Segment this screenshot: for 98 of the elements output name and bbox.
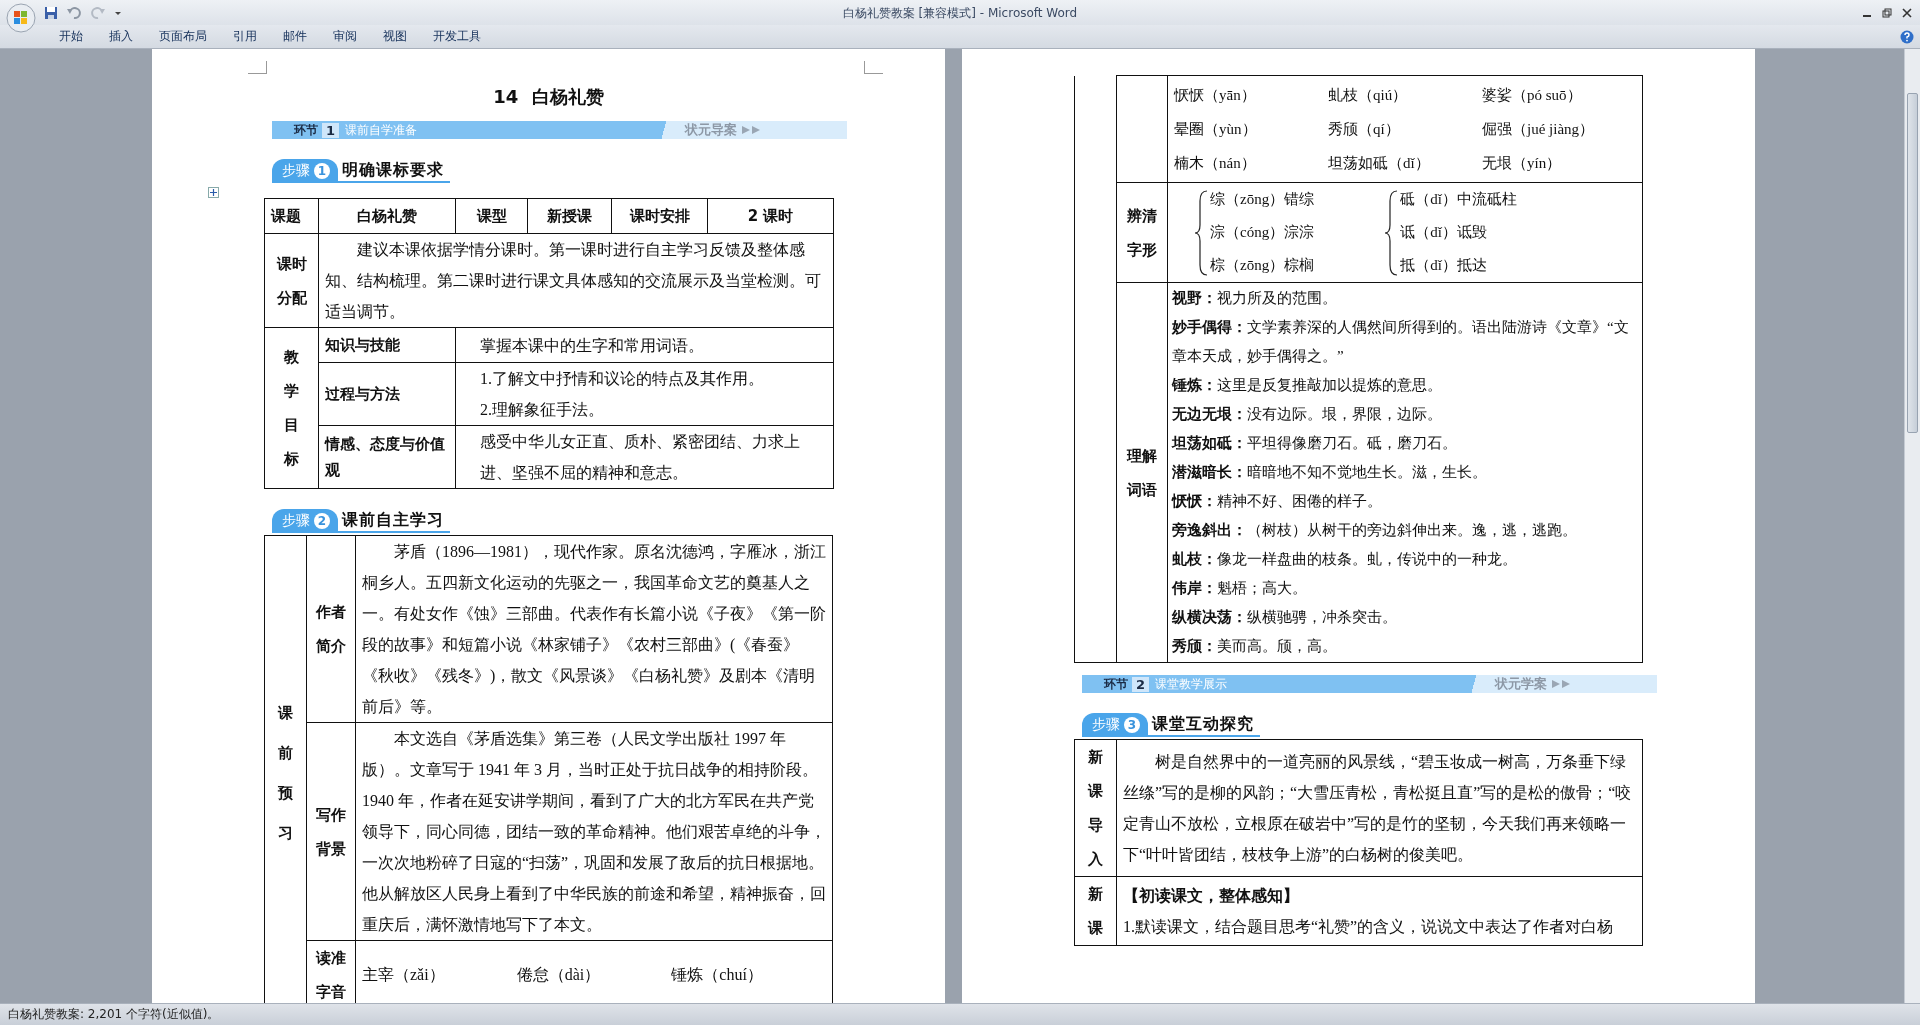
ribbon-tab[interactable]: 开始 xyxy=(46,26,96,47)
term-definition: 视野：视力所及的范围。 xyxy=(1172,289,1338,308)
task-title: 【初读课文，整体感知】 xyxy=(1123,885,1300,907)
undo-icon[interactable] xyxy=(66,5,82,20)
restore-icon[interactable] xyxy=(1882,7,1892,18)
table-cell: 2 课时 xyxy=(707,198,834,234)
ribbon-tab[interactable]: 插入 xyxy=(96,26,146,47)
term-definition: 坦荡如砥：平坦得像磨刀石。砥，磨刀石。 xyxy=(1172,434,1458,453)
ribbon-tab[interactable]: 引用 xyxy=(220,26,270,47)
row-heading: 辨清字形 xyxy=(1116,182,1168,283)
vertical-scrollbar[interactable] xyxy=(1904,49,1920,1003)
objective-text: 掌握本课中的生字和常用词语。 xyxy=(480,335,705,356)
section-label: 环节 xyxy=(1102,675,1128,693)
row-heading: 课前预习 xyxy=(264,535,307,1003)
section-label: 环节 xyxy=(292,121,318,139)
document-title: 14 白杨礼赞 xyxy=(492,85,605,109)
step-number: 3 xyxy=(1124,717,1140,733)
pinyin-word: 倔强（jué jiàng） xyxy=(1482,120,1596,139)
table-move-handle-icon[interactable] xyxy=(208,187,219,198)
window-title: 白杨礼赞教案 [兼容模式] - Microsoft Word xyxy=(842,5,1078,22)
task-text: 1.默读课文，结合题目思考“礼赞”的含义，说说文中表达了作者对白杨 xyxy=(1123,917,1615,937)
row-heading: 情感、态度与价值观 xyxy=(318,425,456,489)
term-definition: 妙手偶得：文学素养深的人偶然间所得到的。语出陆游诗《文章》“文章本天成，妙手偶得之。” xyxy=(1172,318,1630,366)
step-label: 步骤 xyxy=(282,162,310,180)
table-cell: 新授课 xyxy=(527,198,612,234)
table-cell: 课题 xyxy=(264,198,319,234)
pinyin-word: 虬枝（qiú） xyxy=(1328,86,1409,105)
office-button-icon[interactable] xyxy=(6,2,36,33)
row-heading: 过程与方法 xyxy=(318,362,456,426)
table-cell: 白杨礼赞 xyxy=(318,198,456,234)
pinyin-word: 坦荡如砥（dǐ） xyxy=(1328,154,1431,173)
ribbon-tab[interactable]: 审阅 xyxy=(320,26,370,47)
row-heading: 新课导入 xyxy=(1074,739,1117,877)
row-heading: 教学目标 xyxy=(264,327,319,489)
table-cell: 课时安排 xyxy=(611,198,708,234)
table-cell: 本文选自《茅盾选集》第三卷（人民文学出版社 1997 年版）。文章写于 1941 年 3 月，当时正处于抗日战争的相持阶段。1940 年，作者在延安讲学期间，看到了广大的北方军民在共产党领导下，同心同德，团结一致的革命精神。他们艰苦卓绝的斗争，一次次地粉碎了日寇的“扫荡”，巩固和发展了敌后的抗日根据地。他从解放区人民身上看到了中华民族的前途和希望，精神振奋，回重庆后，满怀激情地写下了本文。 xyxy=(355,722,833,941)
step-title: 课前自主学习 xyxy=(338,510,450,533)
brace-icon xyxy=(1384,188,1399,277)
save-icon[interactable] xyxy=(44,5,58,20)
brand-label: 状元学案 xyxy=(1495,675,1547,693)
pinyin-word: 倦怠（dài） xyxy=(516,965,602,985)
section-number: 2 xyxy=(1132,676,1150,692)
step-number: 2 xyxy=(314,513,330,529)
term-definition: 纵横决荡：纵横驰骋，冲杀突击。 xyxy=(1172,608,1398,627)
close-icon[interactable] xyxy=(1902,7,1912,18)
term-definition: 无边无垠：没有边际。垠，界限，边际。 xyxy=(1172,405,1443,424)
glyph-word: 砥（dǐ）中流砥柱 xyxy=(1400,190,1517,209)
row-heading: 理解词语 xyxy=(1116,282,1168,663)
row-heading: 写作背景 xyxy=(306,722,356,941)
term-definition: 恹恹：精神不好、困倦的样子。 xyxy=(1172,492,1383,511)
glyph-word: 淙（cóng）淙淙 xyxy=(1210,223,1315,242)
crop-mark xyxy=(248,61,267,74)
pinyin-word: 楠木（nán） xyxy=(1174,154,1257,173)
step-number: 1 xyxy=(314,163,330,179)
glyph-word: 综（zōng）错综 xyxy=(1210,190,1315,209)
term-definition: 伟岸：魁梧；高大。 xyxy=(1172,579,1308,598)
table-cell: 茅盾（1896—1981），现代作家。原名沈德鸿，字雁冰，浙江桐乡人。五四新文化运动的先驱之一，我国革命文艺的奠基人之一。有处女作《蚀》三部曲。代表作有长篇小说《子夜》《第一阶段的故事》和短篇小说《林家铺子》《农村三部曲》(《春蚕》《秋收》《残冬》)，散文《风景谈》《白杨礼赞》及剧本《清明前后》等。 xyxy=(355,535,833,723)
pinyin-word: 秀颀（qí） xyxy=(1328,120,1401,139)
section-number: 1 xyxy=(322,122,340,138)
ribbon-tab[interactable]: 视图 xyxy=(370,26,420,47)
step-label: 步骤 xyxy=(282,512,310,530)
section-title: 课堂教学展示 xyxy=(1155,675,1228,693)
pinyin-word: 晕圈（yùn） xyxy=(1174,120,1258,139)
table-cell: 建议本课依据学情分课时。第一课时进行自主学习反馈及整体感知、结构梳理。第二课时进行课文具体感知的交流展示及当堂检测。可适当调节。 xyxy=(318,233,834,328)
table-cell: 课型 xyxy=(455,198,528,234)
objective-text: 1.了解文中抒情和议论的特点及其作用。 xyxy=(480,369,765,389)
objective-text: 感受中华儿女正直、质朴、紧密团结、力求上进、坚强不屈的精神和意志。 xyxy=(480,432,801,483)
pinyin-word: 锤炼（chuí） xyxy=(671,965,764,985)
term-definition: 秀颀：美而高。颀，高。 xyxy=(1172,637,1338,656)
pinyin-word: 主宰（zǎi） xyxy=(362,965,446,985)
step-title: 明确课标要求 xyxy=(338,160,450,183)
glyph-word: 诋（dǐ）诋毁 xyxy=(1400,223,1488,242)
step-label: 步骤 xyxy=(1092,716,1120,734)
pinyin-word: 婆娑（pó suō） xyxy=(1482,86,1583,105)
help-icon[interactable] xyxy=(1900,29,1914,44)
step-title: 课堂互动探究 xyxy=(1148,714,1260,737)
ribbon-tab[interactable]: 页面布局 xyxy=(146,26,220,47)
row-heading: 知识与技能 xyxy=(318,327,456,363)
term-definition: 锤炼：这里是反复推敲加以提炼的意思。 xyxy=(1172,376,1443,395)
row-heading: 课时分配 xyxy=(264,233,319,328)
section-title: 课前自学准备 xyxy=(345,121,418,139)
ribbon-tab[interactable]: 开发工具 xyxy=(420,26,494,47)
glyph-word: 抵（dǐ）抵达 xyxy=(1400,256,1488,275)
pinyin-word: 无垠（yín） xyxy=(1482,154,1563,173)
table-cell: 树是自然界中的一道亮丽的风景线，“碧玉妆成一树高，万条垂下绿丝绦”写的是柳的风韵；“大雪压青松，青松挺且直”写的是松的傲骨；“咬定青山不放松，立根原在破岩中”写的是竹的坚韧，今天我们再来领略一下“叶叶皆团结，枝枝争上游”的白杨树的俊美吧。 xyxy=(1116,739,1643,877)
status-text: 白杨礼赞教案: 2,201 个字符(近似值)。 xyxy=(8,1006,220,1023)
objective-text: 2.理解象征手法。 xyxy=(480,400,605,420)
term-definition: 旁逸斜出：（树枝）从树干的旁边斜伸出来。逸，逃，逃跑。 xyxy=(1172,521,1578,540)
glyph-word: 棕（zōng）棕榈 xyxy=(1210,256,1315,275)
row-heading: 作者简介 xyxy=(306,535,356,723)
term-definition: 潜滋暗长：暗暗地不知不觉地生长。滋，生长。 xyxy=(1172,463,1488,482)
crop-mark xyxy=(864,61,883,74)
brand-label: 状元导案 xyxy=(685,121,737,139)
ribbon-tab[interactable]: 邮件 xyxy=(270,26,320,47)
pinyin-word: 恹恹（yān） xyxy=(1174,86,1257,105)
brace-icon xyxy=(1194,188,1208,277)
row-heading: 新课 xyxy=(1074,876,1117,946)
term-definition: 虬枝：像龙一样盘曲的枝条。虬，传说中的一种龙。 xyxy=(1172,550,1518,569)
